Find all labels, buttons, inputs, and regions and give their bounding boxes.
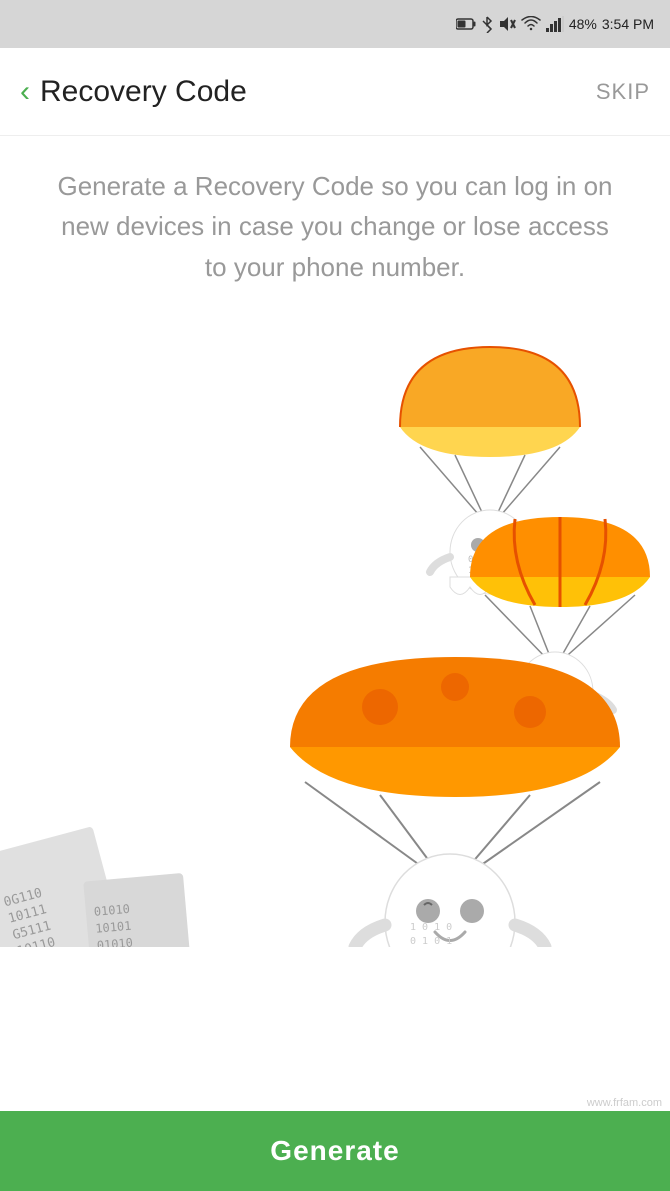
svg-text:0 1 0 1: 0 1 0 1 xyxy=(410,936,452,947)
nav-bar: ‹ Recovery Code SKIP xyxy=(0,48,670,136)
status-icons: 48% 3:54 PM xyxy=(456,15,654,33)
bluetooth-icon xyxy=(481,15,493,33)
back-button[interactable]: ‹ xyxy=(20,77,30,107)
signal-icon xyxy=(546,16,564,32)
skip-button[interactable]: SKIP xyxy=(596,79,650,105)
battery-icon xyxy=(456,17,476,31)
time-display: 3:54 PM xyxy=(602,16,654,32)
main-content: Generate a Recovery Code so you can log … xyxy=(0,136,670,287)
svg-text:01010: 01010 xyxy=(96,935,133,946)
battery-percent: 48% xyxy=(569,16,597,32)
wifi-icon xyxy=(521,16,541,32)
svg-text:1 0 1 0: 1 0 1 0 xyxy=(410,922,452,933)
nav-left: ‹ Recovery Code xyxy=(20,75,247,109)
description-text: Generate a Recovery Code so you can log … xyxy=(50,166,620,287)
illustration-area: 0G110 10111 G5111 10110 G5110 01010 1010… xyxy=(0,317,670,947)
page-title: Recovery Code xyxy=(40,75,247,109)
generate-label: Generate xyxy=(270,1135,399,1167)
status-bar: 48% 3:54 PM xyxy=(0,0,670,48)
snapchat-illustration: 0G110 10111 G5111 10110 G5110 01010 1010… xyxy=(0,317,670,947)
watermark: www.frfam.com xyxy=(587,1097,662,1109)
generate-button[interactable]: Generate xyxy=(0,1111,670,1191)
mute-icon xyxy=(498,15,516,33)
